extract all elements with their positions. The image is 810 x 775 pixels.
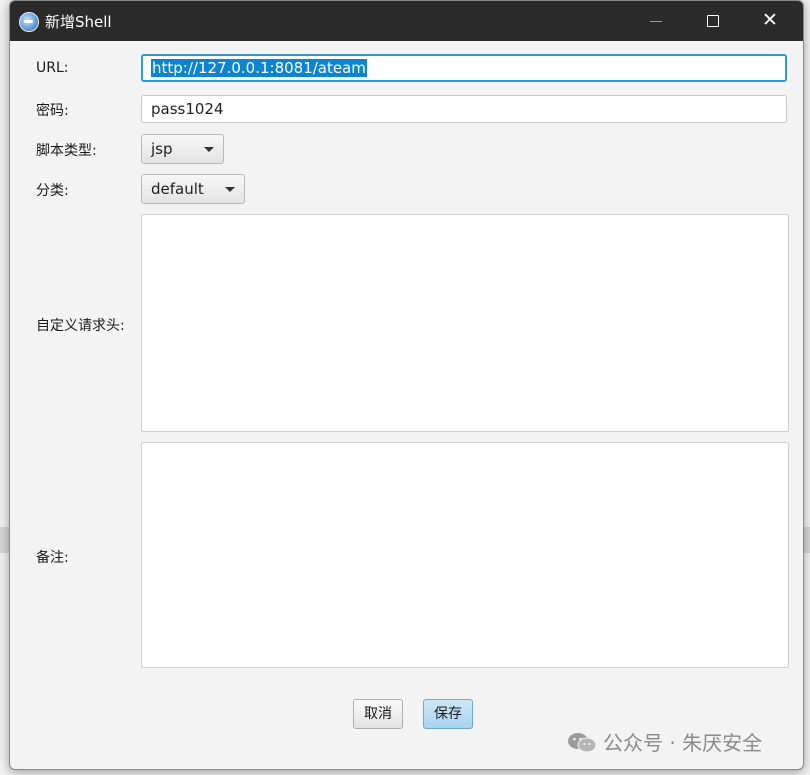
close-button[interactable]: ✕ (748, 1, 794, 41)
custom-headers-label: 自定义请求头: (36, 318, 125, 334)
custom-headers-textarea[interactable] (141, 214, 789, 432)
close-icon: ✕ (762, 9, 778, 31)
cancel-button[interactable]: 取消 (353, 699, 403, 729)
new-shell-dialog: 新增Shell ✕ URL: http://127.0.0.1:8081/ate… (9, 0, 804, 770)
notes-textarea[interactable] (141, 442, 789, 668)
caret-down-icon (225, 187, 235, 192)
title-bar[interactable]: 新增Shell ✕ (10, 1, 803, 41)
minimize-button[interactable] (632, 1, 678, 41)
category-label: 分类: (36, 183, 69, 199)
password-label: 密码: (36, 103, 69, 119)
save-button[interactable]: 保存 (423, 699, 473, 729)
notes-label: 备注: (36, 550, 69, 566)
category-value: default (151, 180, 204, 198)
globe-shell-icon (19, 12, 39, 32)
maximize-button[interactable] (690, 1, 736, 41)
script-type-label: 脚本类型: (36, 143, 97, 159)
caret-down-icon (204, 147, 214, 152)
script-type-select[interactable]: jsp (141, 134, 224, 164)
url-input-value: http://127.0.0.1:8081/ateam (151, 59, 367, 77)
url-input[interactable]: http://127.0.0.1:8081/ateam (141, 54, 787, 82)
window-title: 新增Shell (45, 13, 112, 31)
wechat-icon (568, 733, 597, 753)
minimize-icon (650, 21, 662, 22)
maximize-icon (707, 15, 719, 27)
password-input[interactable]: pass1024 (141, 95, 787, 123)
script-type-value: jsp (151, 140, 173, 158)
category-select[interactable]: default (141, 174, 245, 204)
watermark-text: 公众号 · 朱厌安全 (603, 731, 763, 755)
url-label: URL: (36, 60, 69, 76)
